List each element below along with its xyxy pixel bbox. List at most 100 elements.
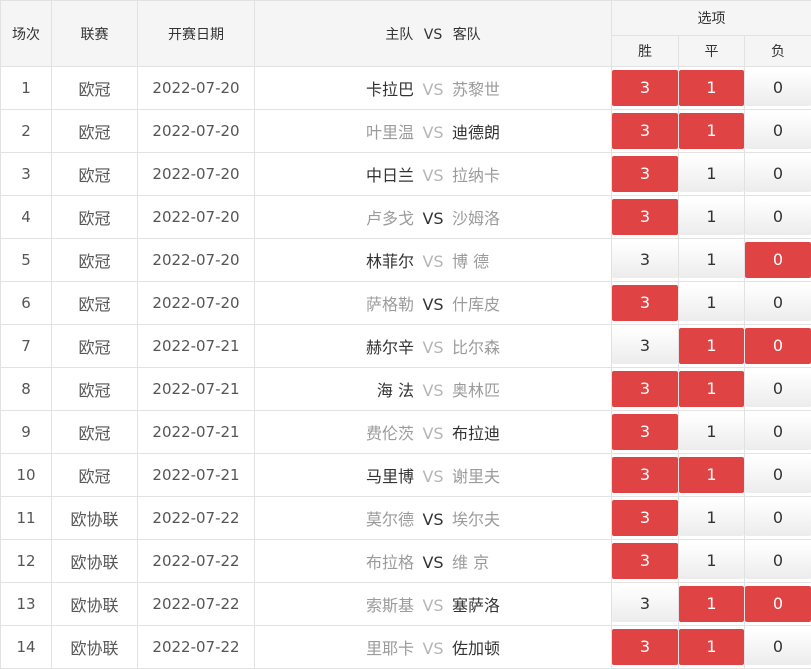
row-match: 海 法VS奥林匹 [255,368,612,411]
vs-label: VS [414,510,452,529]
odds-draw-button[interactable]: 1 [679,371,744,407]
option-cell: 3 [612,454,679,497]
vs-label: VS [414,123,452,142]
away-team: 佐加顿 [452,635,602,659]
odds-draw-button[interactable]: 1 [679,113,744,149]
away-team: 沙姆洛 [452,205,602,229]
odds-win-button[interactable]: 3 [612,543,678,579]
home-team: 莫尔德 [264,506,414,530]
odds-loss-button[interactable]: 0 [745,242,811,278]
option-cell: 3 [612,110,679,153]
home-team: 海 法 [264,377,414,401]
odds-loss-button[interactable]: 0 [745,543,811,579]
odds-win-button[interactable]: 3 [612,199,678,235]
odds-win-button[interactable]: 3 [612,414,678,450]
row-league: 欧冠 [52,368,138,411]
odds-draw-button[interactable]: 1 [679,586,744,622]
odds-loss-button[interactable]: 0 [745,113,811,149]
row-date: 2022-07-20 [138,239,255,282]
odds-draw-button[interactable]: 1 [679,285,744,321]
row-date: 2022-07-21 [138,454,255,497]
vs-label: VS [414,80,452,99]
option-cell: 3 [612,282,679,325]
odds-draw-button[interactable]: 1 [679,242,744,278]
table-row: 9欧冠2022-07-21费伦茨VS布拉迪310 [1,411,811,454]
home-team: 萨格勒 [264,291,414,315]
away-team: 拉纳卡 [452,162,602,186]
odds-loss-button[interactable]: 0 [745,156,811,192]
header-options: 选项 [612,1,811,36]
odds-win-button[interactable]: 3 [612,629,678,665]
vs-label: VS [414,295,452,314]
odds-win-button[interactable]: 3 [612,500,678,536]
row-index: 7 [1,325,52,368]
vs-label: VS [414,467,452,486]
option-cell: 3 [612,583,679,626]
odds-loss-button[interactable]: 0 [745,328,811,364]
row-league: 欧冠 [52,196,138,239]
away-team: 什库皮 [452,291,602,315]
vs-label: VS [414,553,452,572]
row-date: 2022-07-21 [138,325,255,368]
table-row: 1欧冠2022-07-20卡拉巴VS苏黎世310 [1,67,811,110]
option-cell: 0 [745,583,811,626]
odds-loss-button[interactable]: 0 [745,629,811,665]
odds-win-button[interactable]: 3 [612,328,678,364]
odds-win-button[interactable]: 3 [612,242,678,278]
odds-loss-button[interactable]: 0 [745,371,811,407]
odds-loss-button[interactable]: 0 [745,285,811,321]
odds-draw-button[interactable]: 1 [679,156,744,192]
row-date: 2022-07-20 [138,67,255,110]
row-match: 费伦茨VS布拉迪 [255,411,612,454]
odds-win-button[interactable]: 3 [612,285,678,321]
home-team: 林菲尔 [264,248,414,272]
row-index: 8 [1,368,52,411]
option-cell: 1 [679,239,745,282]
option-cell: 1 [679,411,745,454]
odds-draw-button[interactable]: 1 [679,414,744,450]
option-cell: 3 [612,239,679,282]
row-date: 2022-07-22 [138,540,255,583]
odds-draw-button[interactable]: 1 [679,457,744,493]
home-team: 马里博 [264,463,414,487]
header-loss: 负 [745,36,811,67]
odds-loss-button[interactable]: 0 [745,414,811,450]
odds-draw-button[interactable]: 1 [679,328,744,364]
odds-draw-button[interactable]: 1 [679,70,744,106]
table-row: 10欧冠2022-07-21马里博VS谢里夫310 [1,454,811,497]
row-index: 13 [1,583,52,626]
odds-loss-button[interactable]: 0 [745,457,811,493]
odds-win-button[interactable]: 3 [612,457,678,493]
odds-draw-button[interactable]: 1 [679,543,744,579]
odds-win-button[interactable]: 3 [612,156,678,192]
row-match: 萨格勒VS什库皮 [255,282,612,325]
option-cell: 1 [679,153,745,196]
odds-loss-button[interactable]: 0 [745,586,811,622]
option-cell: 3 [612,153,679,196]
option-cell: 3 [612,325,679,368]
table-row: 3欧冠2022-07-20中日兰VS拉纳卡310 [1,153,811,196]
odds-loss-button[interactable]: 0 [745,500,811,536]
row-league: 欧协联 [52,540,138,583]
vs-label: VS [414,639,452,658]
away-team: 布拉迪 [452,420,602,444]
row-date: 2022-07-20 [138,196,255,239]
odds-loss-button[interactable]: 0 [745,199,811,235]
option-cell: 0 [745,325,811,368]
table-row: 7欧冠2022-07-21赫尔辛VS比尔森310 [1,325,811,368]
row-index: 4 [1,196,52,239]
odds-win-button[interactable]: 3 [612,113,678,149]
odds-draw-button[interactable]: 1 [679,629,744,665]
odds-win-button[interactable]: 3 [612,371,678,407]
odds-win-button[interactable]: 3 [612,70,678,106]
table-body: 1欧冠2022-07-20卡拉巴VS苏黎世3102欧冠2022-07-20叶里温… [1,67,811,669]
option-cell: 1 [679,110,745,153]
odds-loss-button[interactable]: 0 [745,70,811,106]
table-row: 13欧协联2022-07-22索斯基VS塞萨洛310 [1,583,811,626]
row-index: 2 [1,110,52,153]
row-match: 卢多戈VS沙姆洛 [255,196,612,239]
vs-label: VS [414,252,452,271]
odds-win-button[interactable]: 3 [612,586,678,622]
odds-draw-button[interactable]: 1 [679,199,744,235]
odds-draw-button[interactable]: 1 [679,500,744,536]
